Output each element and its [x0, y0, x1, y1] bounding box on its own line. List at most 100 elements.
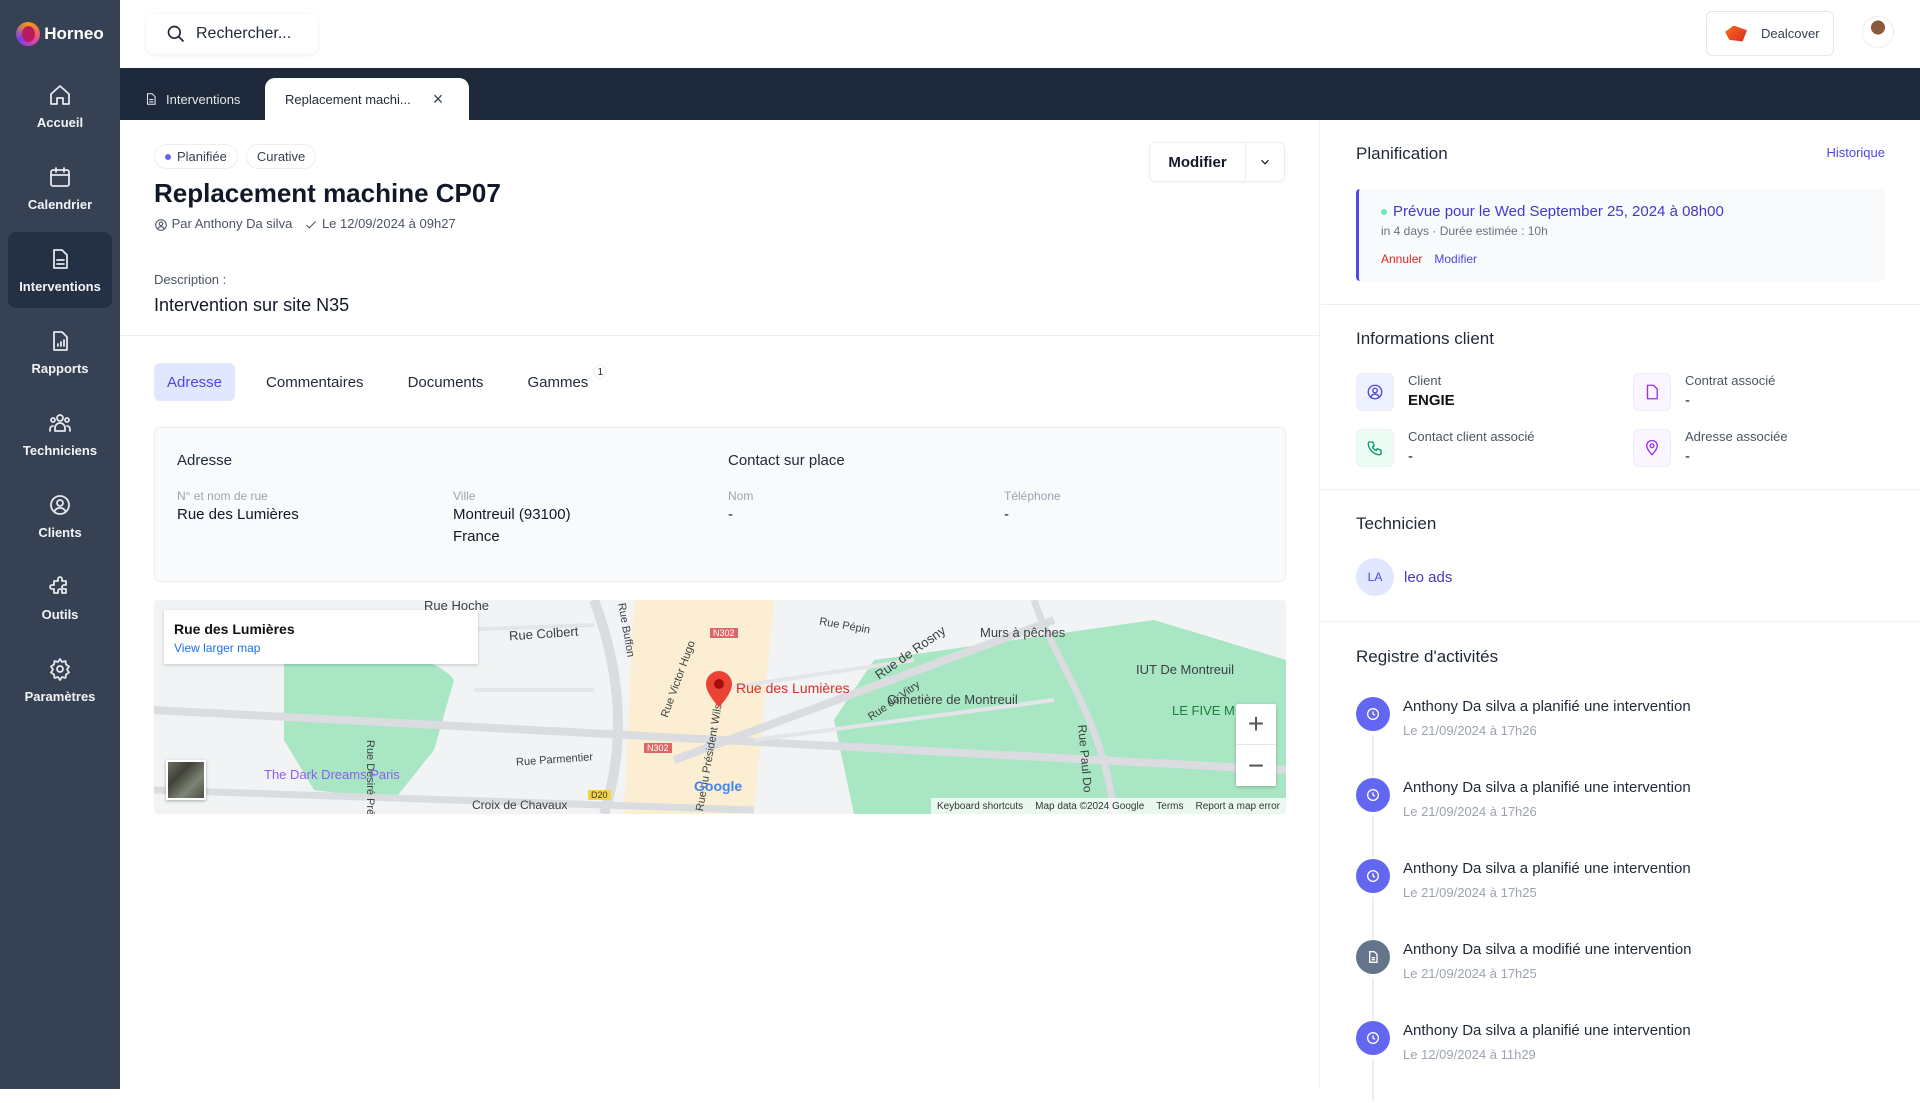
tab-replacement-machine[interactable]: Replacement machi... ×	[265, 78, 469, 120]
chevron-down-icon	[1261, 159, 1269, 165]
sidebar-item-label: Accueil	[36, 114, 84, 130]
associated-address-label: Adresse associée	[1685, 429, 1788, 444]
google-logo: Google	[694, 778, 743, 794]
map-poi-label[interactable]: Cimetière de Montreuil	[887, 692, 1018, 707]
client-info-title: Informations client	[1356, 329, 1494, 348]
tab-commentaires[interactable]: Commentaires	[253, 363, 377, 401]
activity-icon	[1356, 940, 1390, 974]
city-label: Ville	[453, 489, 476, 503]
tab-interventions[interactable]: Interventions	[144, 78, 240, 120]
map-poi-label[interactable]: IUT De Montreuil	[1136, 662, 1234, 677]
road-shield: D20	[588, 790, 611, 800]
modify-dropdown-button[interactable]	[1246, 143, 1284, 181]
contact-heading: Contact sur place	[728, 452, 845, 469]
client-contact-value: -	[1408, 448, 1413, 465]
sidebar-item-outils[interactable]: Outils	[8, 560, 112, 636]
status-badge: Planifiée	[154, 144, 238, 169]
divider	[1321, 489, 1920, 490]
report-map-error-link[interactable]: Report a map error	[1196, 801, 1280, 812]
phone-icon	[1367, 441, 1382, 456]
satellite-toggle[interactable]	[166, 760, 206, 800]
technician-item[interactable]: LA leo ads	[1356, 558, 1452, 596]
map-info-card: Rue des Lumières View larger map	[164, 610, 478, 664]
associated-address-value: -	[1685, 448, 1690, 465]
tab-label: Replacement machi...	[285, 91, 411, 107]
created-date-label: Le 12/09/2024 à 09h27	[321, 216, 456, 231]
street-label: N° et nom de rue	[177, 489, 268, 503]
terms-link[interactable]: Terms	[1156, 801, 1183, 812]
map-poi-label[interactable]: The Dark Dreams Paris	[264, 767, 400, 782]
status-dot-icon	[1381, 208, 1387, 215]
user-avatar[interactable]	[1862, 16, 1894, 48]
activity-time: Le 21/09/2024 à 17h26	[1403, 804, 1537, 819]
tab-gammes[interactable]: Gammes 1	[514, 363, 608, 401]
app-logo[interactable]: Horneo	[0, 0, 120, 68]
sidebar-item-accueil[interactable]: Accueil	[8, 68, 112, 144]
users-icon	[49, 413, 71, 432]
technician-avatar: LA	[1356, 558, 1394, 596]
page-title: Replacement machine CP07	[154, 178, 501, 208]
address-icon-box	[1633, 429, 1671, 467]
modify-button-group: Modifier	[1149, 142, 1285, 182]
right-panel: Planification Historique Prévue pour le …	[1321, 120, 1920, 1101]
map-pin-icon[interactable]	[705, 670, 733, 708]
modify-planning-link[interactable]: Modifier	[1434, 252, 1477, 266]
tab-label: Gammes	[527, 373, 589, 391]
activity-text: Anthony Da silva a planifié une interven…	[1403, 1022, 1691, 1039]
technician-name[interactable]: leo ads	[1404, 569, 1452, 586]
zoom-out-button[interactable]: −	[1236, 745, 1276, 786]
city-value: Montreuil (93100)	[453, 506, 571, 523]
tab-documents[interactable]: Documents	[395, 363, 497, 401]
report-icon	[53, 330, 68, 351]
contract-field: Contrat associé -	[1633, 373, 1775, 411]
address-card: Adresse Contact sur place N° et nom de r…	[154, 427, 1286, 582]
view-larger-map-link[interactable]: View larger map	[174, 641, 468, 655]
status-dot-icon	[165, 153, 171, 160]
search-input[interactable]: Rechercher...	[146, 14, 318, 54]
map-info-title: Rue des Lumières	[174, 621, 295, 637]
client-contact-field: Contact client associé -	[1356, 429, 1534, 467]
close-icon[interactable]: ×	[433, 89, 444, 110]
zoom-in-button[interactable]: +	[1236, 704, 1276, 745]
map-poi-label[interactable]: Murs à pêches	[980, 625, 1065, 640]
sidebar-item-parametres[interactable]: Paramètres	[8, 642, 112, 718]
check-icon	[306, 220, 317, 229]
history-link[interactable]: Historique	[1826, 145, 1885, 160]
sidebar-item-techniciens[interactable]: Techniciens	[8, 396, 112, 472]
activity-time: Le 21/09/2024 à 17h26	[1403, 723, 1537, 738]
sidebar-item-calendrier[interactable]: Calendrier	[8, 150, 112, 226]
contact-name-value: -	[728, 506, 733, 523]
search-placeholder: Rechercher...	[196, 25, 292, 42]
cancel-planning-link[interactable]: Annuler	[1381, 252, 1422, 266]
tab-adresse[interactable]: Adresse	[154, 363, 236, 401]
client-icon-box	[1356, 373, 1394, 411]
timeline-line	[1372, 1059, 1374, 1101]
organization-switcher[interactable]: Dealcover	[1706, 11, 1834, 56]
client-value[interactable]: ENGIE	[1408, 392, 1455, 409]
keyboard-shortcuts-link[interactable]: Keyboard shortcuts	[937, 801, 1023, 812]
clock-icon	[1367, 870, 1379, 882]
sidebar-item-interventions[interactable]: Interventions	[8, 232, 112, 308]
map-label: Croix de Chavaux	[472, 798, 568, 812]
activity-time: Le 21/09/2024 à 17h25	[1403, 966, 1537, 981]
sidebar-item-clients[interactable]: Clients	[8, 478, 112, 554]
road-shield: N302	[710, 628, 738, 638]
sidebar-item-rapports[interactable]: Rapports	[8, 314, 112, 390]
created-date: Le 12/09/2024 à 09h27	[304, 216, 456, 232]
status-label: Planifiée	[177, 149, 227, 164]
embedded-map[interactable]: Rue Colbert Rue Hoche Rue Parmentier Rue…	[154, 600, 1286, 814]
section-tabs: Adresse Commentaires Documents Gammes 1	[154, 363, 613, 401]
document-icon	[53, 248, 68, 269]
timeline-line	[1372, 816, 1374, 858]
tab-label: Interventions	[166, 91, 241, 107]
document-icon	[146, 93, 156, 105]
organization-name: Dealcover	[1761, 26, 1820, 41]
contract-value: -	[1685, 392, 1690, 409]
map-poi-label[interactable]: LE FIVE M	[1172, 703, 1235, 718]
count-badge: 1	[593, 365, 608, 379]
planning-title: Planification	[1356, 144, 1448, 163]
divider	[1321, 304, 1920, 305]
activity-time: Le 12/09/2024 à 11h29	[1403, 1047, 1536, 1062]
activity-icon	[1356, 778, 1390, 812]
modify-button[interactable]: Modifier	[1150, 143, 1246, 181]
